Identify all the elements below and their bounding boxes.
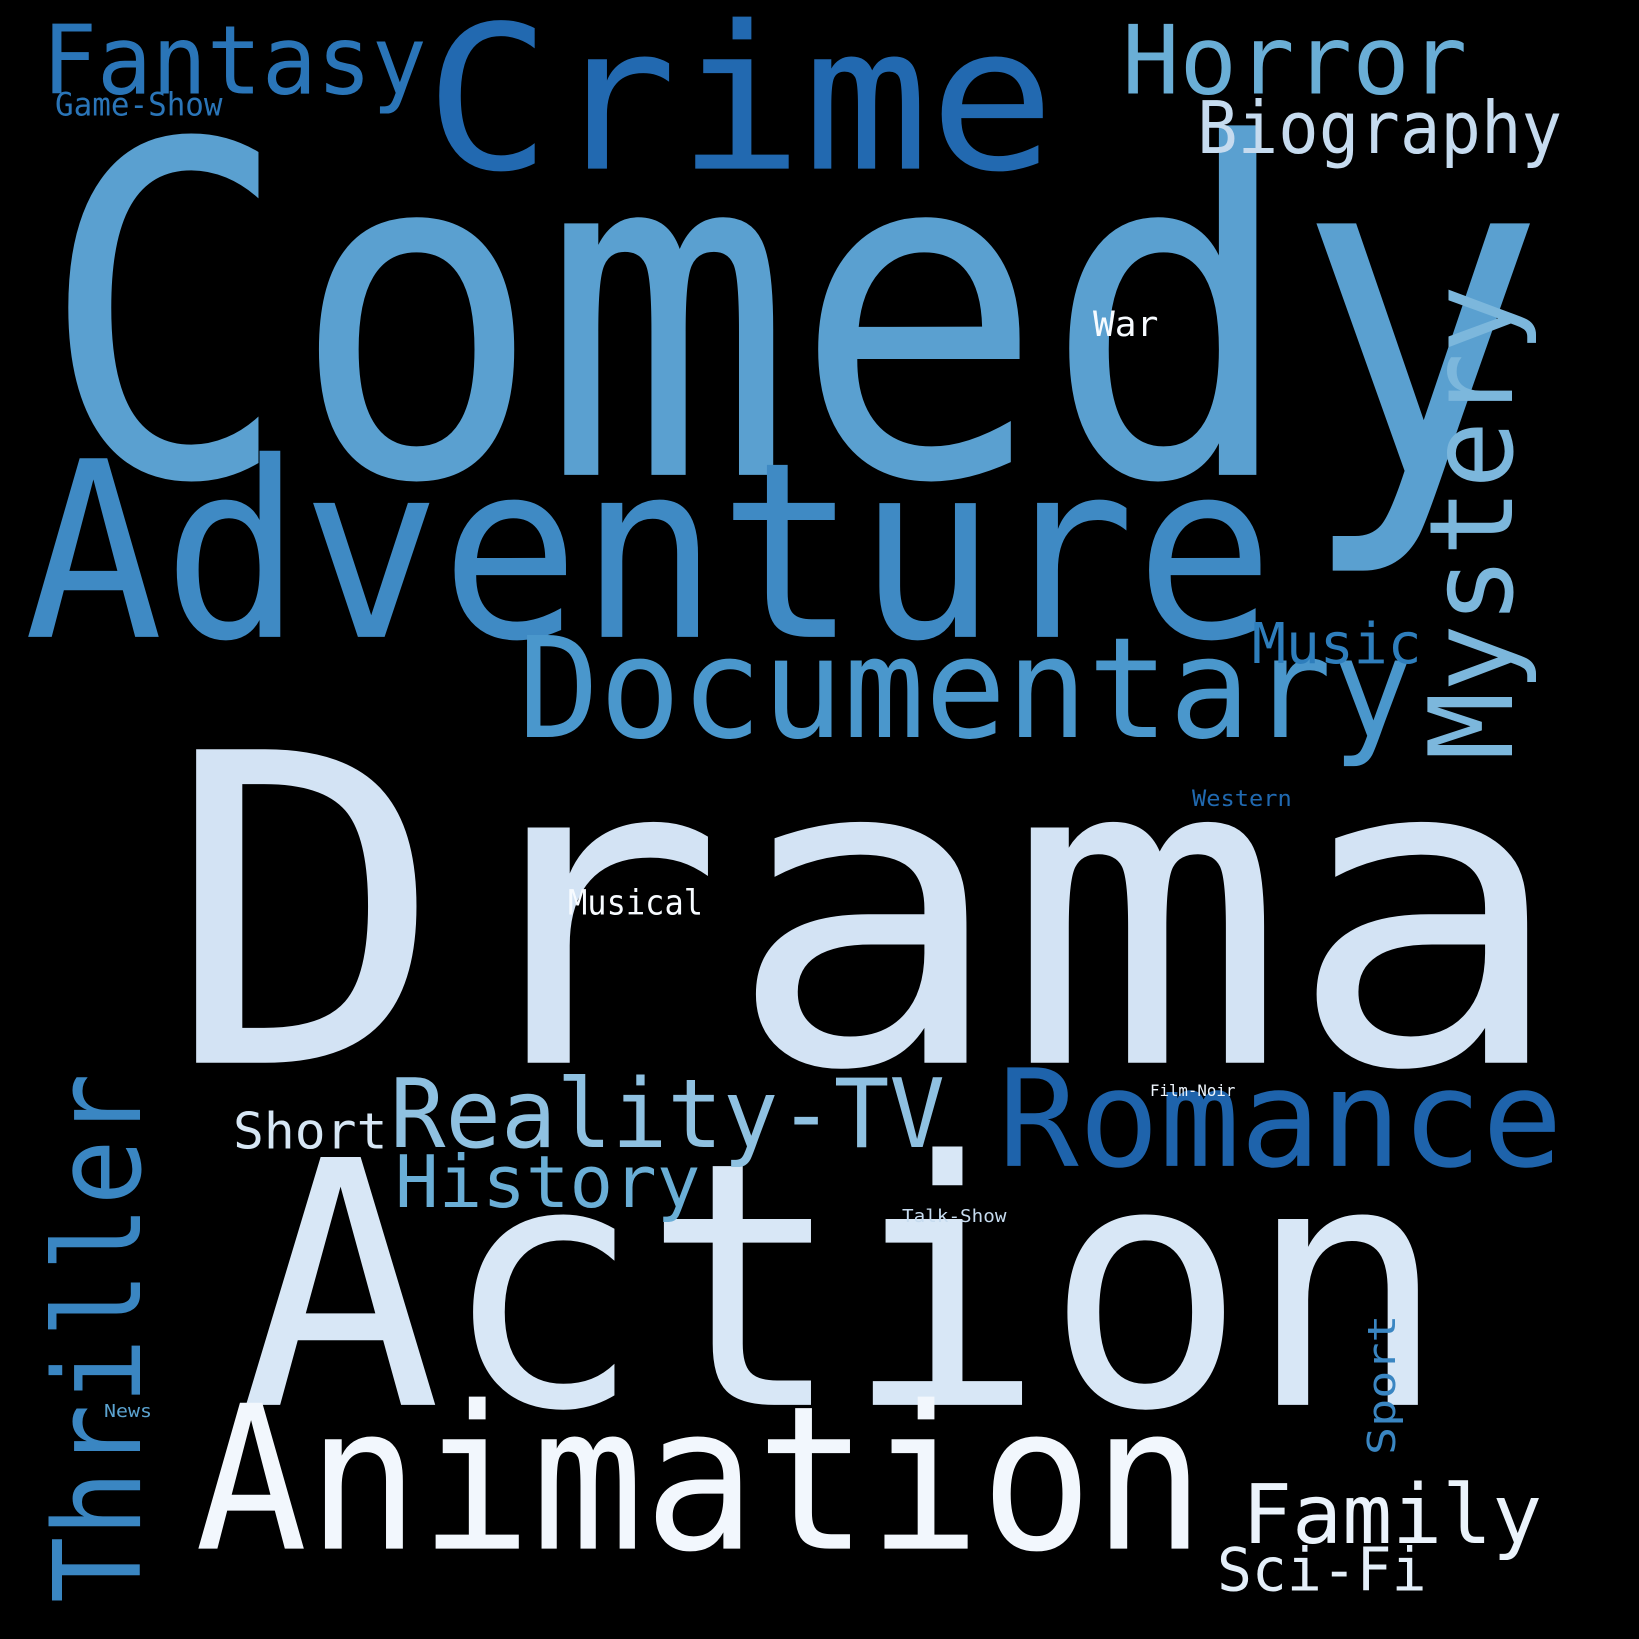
word-cloud: Comedy Drama Action Adventure Animation … [0,0,1639,1639]
word-music: Music [1252,612,1422,677]
word-war: War [1093,303,1159,346]
word-animation: Animation [195,1362,1205,1597]
word-western: Western [1192,787,1292,812]
word-talk-show: Talk-Show [902,1206,1007,1227]
word-crime: Crime [425,0,1056,217]
word-history: History [395,1140,701,1224]
word-sci-fi: Sci-Fi [1217,1534,1427,1606]
word-mystery: Mystery [1405,285,1540,760]
word-musical: Musical [568,881,704,924]
word-romance: Romance [998,1040,1563,1199]
word-game-show: Game-Show [55,86,223,125]
word-sport: Sport [1360,1314,1404,1455]
word-film-noir: Film-Noir [1150,1080,1236,1101]
word-biography: Biography [1197,86,1563,170]
word-thriller: Thriller [30,1073,169,1603]
word-short: Short [233,1102,388,1162]
